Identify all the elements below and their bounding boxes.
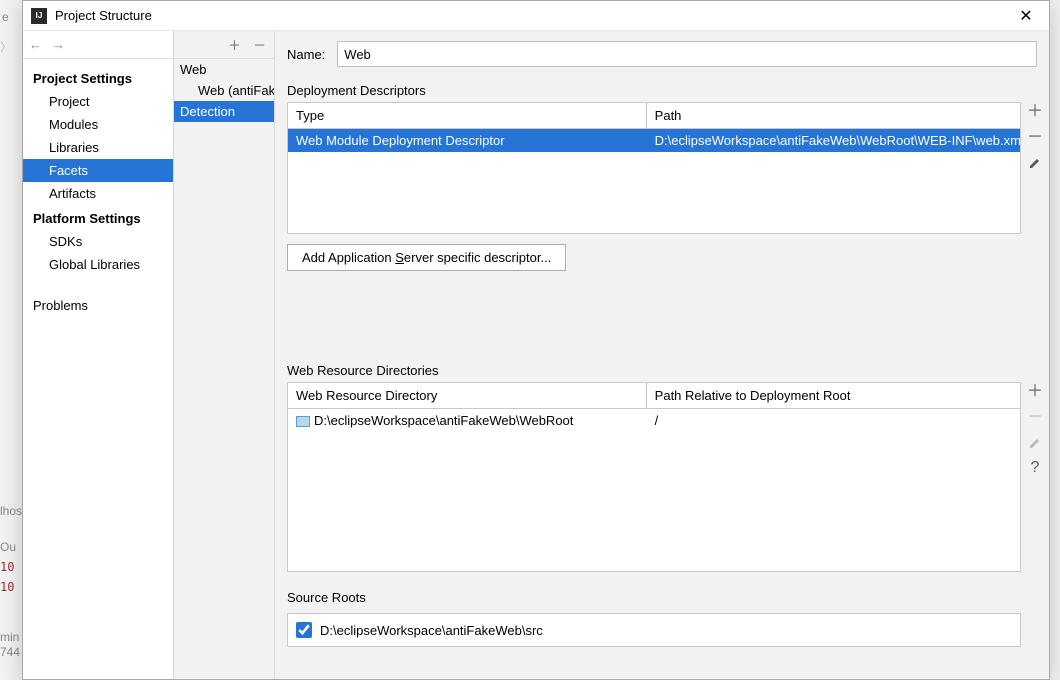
app-icon: [31, 8, 47, 24]
bg-text: 10: [0, 560, 14, 574]
deployment-descriptors-table: Type Path Web Module Deployment Descript…: [287, 102, 1021, 234]
project-structure-dialog: Project Structure ✕ ← → Project Settings…: [22, 0, 1050, 680]
source-root-path: D:\eclipseWorkspace\antiFakeWeb\src: [320, 623, 543, 638]
bg-text: lhos: [0, 504, 22, 518]
name-label: Name:: [287, 47, 325, 62]
source-roots-list: D:\eclipseWorkspace\antiFakeWeb\src: [287, 613, 1021, 647]
edit-icon: [1028, 436, 1042, 450]
close-icon[interactable]: ✕: [1011, 6, 1041, 26]
titlebar: Project Structure ✕: [23, 1, 1049, 31]
column-web-resource-dir[interactable]: Web Resource Directory: [288, 383, 647, 408]
bg-text: 10: [0, 580, 14, 594]
sidebar-nav: ← →: [23, 31, 173, 59]
remove-icon: －: [1027, 410, 1043, 426]
sidebar-item-sdks[interactable]: SDKs: [23, 230, 173, 253]
sidebar-item-problems[interactable]: Problems: [23, 294, 173, 317]
cell-path: D:\eclipseWorkspace\antiFakeWeb\WebRoot\…: [647, 129, 1020, 152]
add-server-descriptor-button[interactable]: Add Application Server specific descript…: [287, 244, 566, 271]
sidebar-item-modules[interactable]: Modules: [23, 113, 173, 136]
bg-text: min: [0, 630, 19, 644]
facet-details-panel: Name: Deployment Descriptors Type Path W…: [275, 31, 1049, 679]
tree-node-detection[interactable]: Detection: [174, 101, 274, 122]
forward-icon[interactable]: →: [52, 37, 65, 52]
bg-text: 〉: [0, 38, 12, 55]
sidebar-heading-project: Project Settings: [23, 65, 173, 90]
facets-tree: ＋ － Web Web (antiFakeWeb) Detection: [174, 31, 275, 679]
bg-text: e: [2, 10, 9, 24]
sidebar-item-global-libraries[interactable]: Global Libraries: [23, 253, 173, 276]
source-roots-label: Source Roots: [287, 588, 1049, 609]
cell-rel: /: [647, 409, 1020, 432]
column-type[interactable]: Type: [288, 103, 647, 128]
facet-name-input[interactable]: [337, 41, 1037, 67]
remove-icon[interactable]: －: [253, 35, 266, 54]
window-title: Project Structure: [55, 8, 1011, 23]
edit-icon[interactable]: [1028, 156, 1042, 170]
tree-node-web-module[interactable]: Web (antiFakeWeb): [174, 80, 274, 101]
web-resource-dirs-table: Web Resource Directory Path Relative to …: [287, 382, 1021, 572]
folder-icon: [296, 416, 310, 427]
sidebar-item-facets[interactable]: Facets: [23, 159, 173, 182]
column-path[interactable]: Path: [647, 103, 1020, 128]
web-resource-dirs-label: Web Resource Directories: [287, 361, 1049, 382]
help-icon[interactable]: ?: [1031, 460, 1040, 476]
sidebar-item-artifacts[interactable]: Artifacts: [23, 182, 173, 205]
back-icon[interactable]: ←: [29, 37, 42, 52]
table-row[interactable]: Web Module Deployment Descriptor D:\ecli…: [288, 129, 1020, 152]
add-icon[interactable]: ＋: [1027, 104, 1043, 120]
table-row[interactable]: D:\eclipseWorkspace\antiFakeWeb\WebRoot …: [288, 409, 1020, 432]
column-path-relative[interactable]: Path Relative to Deployment Root: [647, 383, 1020, 408]
sidebar-item-libraries[interactable]: Libraries: [23, 136, 173, 159]
add-icon[interactable]: ＋: [228, 35, 241, 54]
sidebar-heading-platform: Platform Settings: [23, 205, 173, 230]
deployment-descriptors-label: Deployment Descriptors: [287, 81, 1049, 102]
tree-node-web[interactable]: Web: [174, 59, 274, 80]
settings-sidebar: ← → Project Settings Project Modules Lib…: [23, 31, 174, 679]
cell-dir: D:\eclipseWorkspace\antiFakeWeb\WebRoot: [288, 409, 647, 432]
bg-text: Ou: [0, 540, 16, 554]
cell-type: Web Module Deployment Descriptor: [288, 129, 647, 152]
remove-icon[interactable]: －: [1027, 130, 1043, 146]
bg-text: 744: [0, 645, 20, 659]
sidebar-item-project[interactable]: Project: [23, 90, 173, 113]
source-root-checkbox[interactable]: [296, 622, 312, 638]
add-icon[interactable]: ＋: [1027, 384, 1043, 400]
tree-node-label: Web (antiFakeWeb): [198, 83, 274, 98]
